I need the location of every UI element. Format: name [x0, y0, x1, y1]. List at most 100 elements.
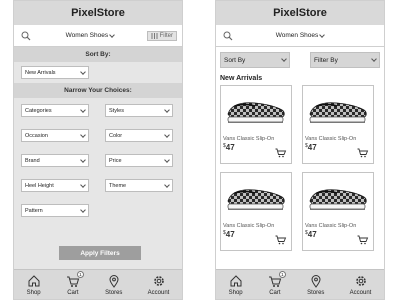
product-card[interactable]: Vans Classic Slip-On $47 [220, 85, 292, 164]
filters-grid: Categories Styles Occasion Color Brand P… [14, 98, 182, 223]
search-bar: Women Shoes [216, 25, 384, 47]
search-icon[interactable] [221, 29, 235, 43]
nav-label: Shop [228, 289, 243, 296]
gear-icon [153, 275, 164, 286]
filter-screen: PixelStore Women Shoes Filter Sort By: N… [13, 0, 183, 300]
nav-item-stores[interactable]: Stores [307, 274, 324, 296]
chevron-down-icon [319, 31, 326, 38]
filter-occasion[interactable]: Occasion [21, 129, 89, 142]
filter-label: Filter By [314, 56, 338, 64]
narrow-choices-title: Narrow Your Choices: [14, 83, 182, 98]
sort-value: New Arrivals [25, 69, 56, 76]
cart-icon: 1 [66, 270, 84, 288]
product-image[interactable] [223, 88, 289, 134]
filter-theme[interactable]: Theme [105, 179, 173, 192]
chevron-down-icon [80, 106, 86, 113]
app-title: PixelStore [273, 7, 327, 19]
gear-icon [355, 275, 366, 286]
category-label: Women Shoes [65, 32, 109, 39]
filter-label: Pattern [25, 207, 43, 214]
app-title: PixelStore [71, 7, 125, 19]
chevron-down-icon [371, 56, 377, 62]
price-amount: 47 [225, 230, 235, 239]
cart-icon: 1 [268, 270, 286, 288]
filter-label: Styles [109, 107, 124, 114]
filter-button[interactable]: Filter [146, 30, 177, 41]
search-icon[interactable] [19, 29, 33, 43]
nav-item-account[interactable]: Account [350, 274, 371, 296]
filter-label: Price [109, 157, 122, 164]
nav-label: Account [147, 289, 170, 296]
nav-label: Shop [26, 289, 41, 296]
sort-by-title: Sort By: [14, 47, 182, 62]
product-name: Vans Classic Slip-On [223, 223, 275, 229]
nav-item-shop[interactable]: Shop [229, 274, 243, 296]
location-pin-icon [311, 274, 321, 288]
category-select[interactable]: Women Shoes [275, 31, 326, 39]
filter-color[interactable]: Color [105, 129, 173, 142]
product-grid: Vans Classic Slip-On $47 Vans Classic Slip… [216, 85, 384, 251]
add-to-cart-icon[interactable] [275, 235, 287, 245]
filter-heel-height[interactable]: Heel Height [21, 179, 89, 192]
filter-by-select[interactable]: Filter By [310, 52, 380, 68]
home-icon [28, 274, 40, 286]
listing-screen: PixelStore Women Shoes Sort By Filter By… [215, 0, 385, 300]
chevron-down-icon [164, 181, 170, 188]
sort-select[interactable]: New Arrivals [21, 66, 89, 79]
nav-item-shop[interactable]: Shop [27, 274, 41, 296]
chevron-down-icon [164, 131, 170, 138]
filter-label: Heel Height [25, 182, 54, 189]
chevron-down-icon [164, 106, 170, 113]
product-image[interactable] [305, 88, 371, 134]
product-image[interactable] [223, 175, 289, 221]
location-pin-icon [109, 274, 119, 288]
filter-label: Color [109, 132, 123, 139]
bottom-nav: Shop 1 Cart Stores Account [14, 269, 182, 299]
filter-categories[interactable]: Categories [21, 104, 89, 117]
filter-label: Categories [25, 107, 52, 114]
product-card[interactable]: Vans Classic Slip-On $47 [302, 172, 374, 251]
product-name: Vans Classic Slip-On [305, 223, 357, 229]
filter-styles[interactable]: Styles [105, 104, 173, 117]
price-amount: 47 [307, 143, 317, 152]
product-name: Vans Classic Slip-On [305, 136, 357, 142]
nav-label: Stores [307, 289, 325, 296]
chevron-down-icon [80, 131, 86, 138]
app-header: PixelStore [216, 1, 384, 25]
nav-item-cart[interactable]: 1 Cart [66, 270, 84, 296]
filter-brand[interactable]: Brand [21, 154, 89, 167]
chevron-down-icon [80, 156, 86, 163]
add-to-cart-icon[interactable] [357, 235, 369, 245]
chevron-down-icon [80, 68, 86, 75]
price-amount: 47 [225, 143, 235, 152]
chevron-down-icon [80, 206, 86, 213]
chevron-down-icon [281, 56, 287, 62]
nav-label: Cart [67, 289, 79, 296]
chevron-down-icon [109, 31, 115, 38]
category-label: Women Shoes [275, 32, 319, 39]
chevron-down-icon [164, 156, 170, 163]
product-name: Vans Classic Slip-On [223, 136, 275, 142]
add-to-cart-icon[interactable] [357, 148, 369, 158]
filter-label: Theme [109, 182, 127, 189]
apply-filters-button[interactable]: Apply Filters [59, 246, 141, 260]
nav-item-account[interactable]: Account [147, 274, 170, 296]
product-image[interactable] [305, 175, 371, 221]
add-to-cart-icon[interactable] [275, 148, 287, 158]
filter-pattern[interactable]: Pattern [21, 204, 89, 217]
sort-by-select[interactable]: Sort By [220, 52, 290, 68]
product-card[interactable]: Vans Classic Slip-On $47 [220, 172, 292, 251]
search-bar: Women Shoes Filter [14, 25, 182, 47]
price-amount: 47 [307, 230, 317, 239]
filter-price[interactable]: Price [105, 154, 173, 167]
nav-item-cart[interactable]: 1 Cart [268, 270, 286, 296]
category-select[interactable]: Women Shoes [65, 31, 115, 39]
chevron-down-icon [80, 181, 86, 188]
nav-item-stores[interactable]: Stores [105, 274, 122, 296]
cart-badge: 1 [278, 270, 286, 278]
section-title: New Arrivals [220, 75, 263, 82]
filter-button-label: Filter [159, 32, 173, 39]
product-card[interactable]: Vans Classic Slip-On $47 [302, 85, 374, 164]
cart-badge: 1 [76, 270, 84, 278]
filter-label: Occasion [25, 132, 48, 139]
